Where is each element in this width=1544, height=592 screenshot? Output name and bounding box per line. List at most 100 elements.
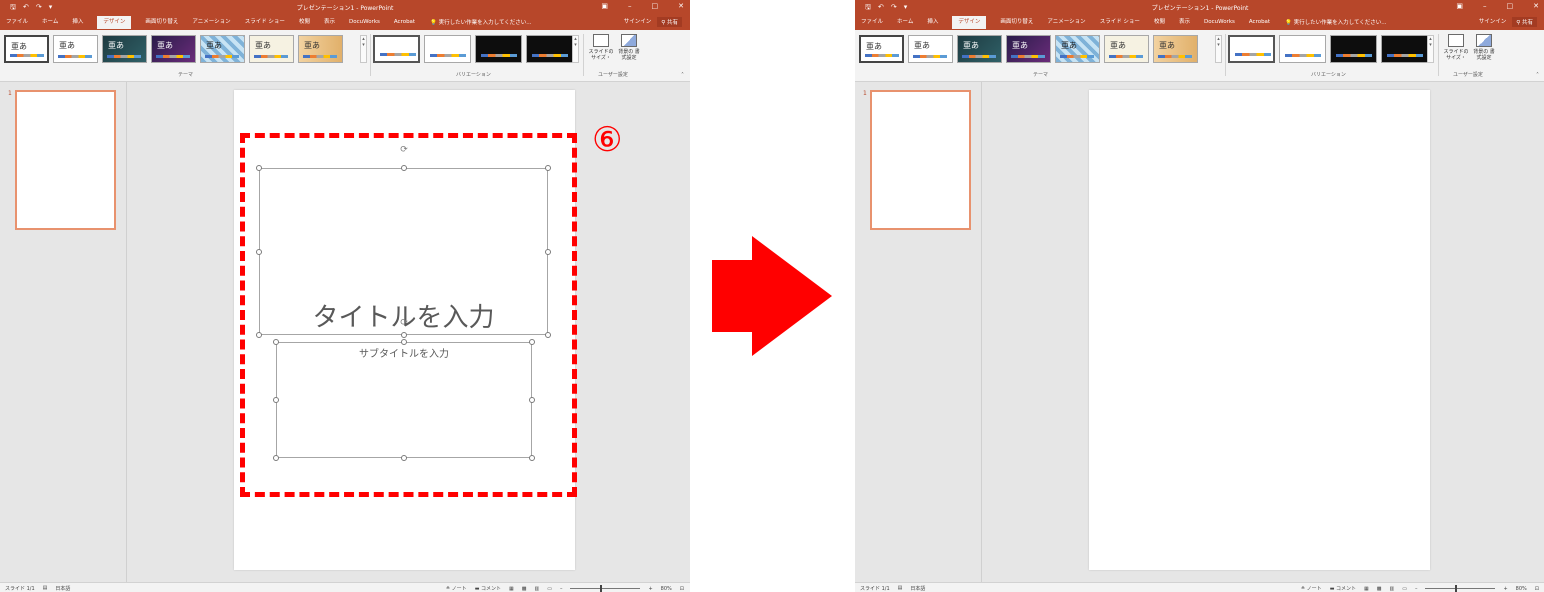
zoom-in-icon[interactable]: + [1503, 586, 1507, 592]
comments-button[interactable]: ▬ コメント [475, 585, 501, 592]
slideshow-icon[interactable]: ▭ [547, 586, 552, 592]
tab-view[interactable]: 表示 [324, 18, 335, 29]
theme-gallery-scroll[interactable]: ▴ ▾ [360, 35, 367, 63]
variant-4[interactable] [526, 35, 573, 63]
sign-in-link[interactable]: サインイン [1479, 17, 1507, 27]
zoom-level[interactable]: 80% [1516, 586, 1527, 592]
fit-to-window-icon[interactable]: ⊡ [680, 586, 684, 592]
variant-1[interactable] [1228, 35, 1275, 63]
slide-sorter-icon[interactable]: ▩ [1377, 586, 1382, 592]
theme-6[interactable]: 亜あ [1104, 35, 1149, 63]
tab-animations[interactable]: アニメーション [192, 18, 230, 29]
spellcheck-icon[interactable]: ▤ [43, 585, 48, 592]
comments-button[interactable]: ▬ コメント [1330, 585, 1356, 592]
theme-4[interactable]: 亜あ [1006, 35, 1051, 63]
tab-acrobat[interactable]: Acrobat [1249, 18, 1270, 29]
theme-3[interactable]: 亜あ [957, 35, 1002, 63]
theme-5[interactable]: 亜あ [1055, 35, 1100, 63]
spellcheck-icon[interactable]: ▤ [898, 585, 903, 592]
normal-view-icon[interactable]: ▦ [509, 586, 514, 592]
maximize-icon[interactable]: □ [652, 2, 659, 10]
tab-insert[interactable]: 挿入 [72, 18, 83, 29]
variant-4[interactable] [1381, 35, 1428, 63]
tab-transitions[interactable]: 画面切り替え [145, 18, 178, 29]
theme-office[interactable]: 亜あ [4, 35, 49, 63]
tab-docuworks[interactable]: DocuWorks [1204, 18, 1235, 29]
variant-3[interactable] [475, 35, 522, 63]
language-indicator[interactable]: 日本語 [910, 585, 925, 592]
ribbon-display-icon[interactable]: ▣ [601, 2, 608, 10]
minimize-icon[interactable]: – [1483, 2, 1487, 10]
tab-home[interactable]: ホーム [897, 18, 913, 29]
tab-docuworks[interactable]: DocuWorks [349, 18, 380, 29]
slide-size-button[interactable]: スライドの サイズ・ [1443, 34, 1469, 61]
slide-size-button[interactable]: スライドの サイズ・ [588, 34, 614, 61]
variant-3[interactable] [1330, 35, 1377, 63]
theme-office[interactable]: 亜あ [859, 35, 904, 63]
theme-2[interactable]: 亜あ [908, 35, 953, 63]
collapse-ribbon-icon[interactable]: ˄ [681, 72, 684, 79]
reading-view-icon[interactable]: ▥ [535, 586, 540, 592]
notes-button[interactable]: ≙ ノート [446, 585, 467, 592]
zoom-slider-thumb[interactable] [1455, 585, 1458, 592]
theme-4[interactable]: 亜あ [151, 35, 196, 63]
close-icon[interactable]: ✕ [1533, 2, 1539, 10]
notes-button[interactable]: ≙ ノート [1301, 585, 1322, 592]
ribbon-display-icon[interactable]: ▣ [1456, 2, 1463, 10]
collapse-ribbon-icon[interactable]: ˄ [1536, 72, 1539, 79]
tab-acrobat[interactable]: Acrobat [394, 18, 415, 29]
tab-home[interactable]: ホーム [42, 18, 58, 29]
slide-thumbnail[interactable] [870, 90, 971, 230]
tab-animations[interactable]: アニメーション [1047, 18, 1085, 29]
zoom-out-icon[interactable]: – [1415, 586, 1418, 592]
theme-5[interactable]: 亜あ [200, 35, 245, 63]
zoom-slider-thumb[interactable] [600, 585, 603, 592]
variant-2[interactable] [424, 35, 471, 63]
format-background-button[interactable]: 背景の 書式設定 [1471, 34, 1497, 61]
tab-file[interactable]: ファイル [6, 18, 28, 29]
slide-thumbnail[interactable] [15, 90, 116, 230]
normal-view-icon[interactable]: ▦ [1364, 586, 1369, 592]
slide-sorter-icon[interactable]: ▩ [522, 586, 527, 592]
share-button[interactable]: ⚲ 共有 [1512, 17, 1537, 27]
variant-2[interactable] [1279, 35, 1326, 63]
zoom-in-icon[interactable]: + [648, 586, 652, 592]
fit-to-window-icon[interactable]: ⊡ [1535, 586, 1539, 592]
tab-review[interactable]: 校閲 [299, 18, 310, 29]
zoom-slider[interactable] [570, 585, 641, 592]
tab-transitions[interactable]: 画面切り替え [1000, 18, 1033, 29]
zoom-slider[interactable] [1425, 585, 1496, 592]
variant-gallery-scroll[interactable]: ▴ ▾ [1427, 35, 1434, 63]
theme-2[interactable]: 亜あ [53, 35, 98, 63]
variant-gallery-scroll[interactable]: ▴ ▾ [572, 35, 579, 63]
theme-gallery-scroll[interactable]: ▴ ▾ [1215, 35, 1222, 63]
slide-blank[interactable] [1089, 90, 1430, 570]
tab-slideshow[interactable]: スライド ショー [1100, 18, 1140, 29]
tab-view[interactable]: 表示 [1179, 18, 1190, 29]
tab-insert[interactable]: 挿入 [927, 18, 938, 29]
close-icon[interactable]: ✕ [678, 2, 684, 10]
tab-file[interactable]: ファイル [861, 18, 883, 29]
minimize-icon[interactable]: – [628, 2, 632, 10]
tab-design[interactable]: デザイン [97, 16, 132, 29]
theme-7[interactable]: 亜あ [298, 35, 343, 63]
tab-review[interactable]: 校閲 [1154, 18, 1165, 29]
language-indicator[interactable]: 日本語 [55, 585, 70, 592]
maximize-icon[interactable]: □ [1507, 2, 1514, 10]
theme-3[interactable]: 亜あ [102, 35, 147, 63]
thumbnail-pane: 1 [855, 82, 982, 582]
tab-slideshow[interactable]: スライド ショー [245, 18, 285, 29]
reading-view-icon[interactable]: ▥ [1390, 586, 1395, 592]
theme-7[interactable]: 亜あ [1153, 35, 1198, 63]
zoom-level[interactable]: 80% [661, 586, 672, 592]
theme-6[interactable]: 亜あ [249, 35, 294, 63]
tell-me-box[interactable]: 💡 実行したい作業を入力してください... [430, 18, 532, 26]
sign-in-link[interactable]: サインイン [624, 17, 652, 27]
tell-me-box[interactable]: 💡 実行したい作業を入力してください... [1285, 18, 1387, 26]
format-background-button[interactable]: 背景の 書式設定 [616, 34, 642, 61]
slideshow-icon[interactable]: ▭ [1402, 586, 1407, 592]
share-button[interactable]: ⚲ 共有 [657, 17, 682, 27]
variant-1[interactable] [373, 35, 420, 63]
tab-design[interactable]: デザイン [952, 16, 987, 29]
zoom-out-icon[interactable]: – [560, 586, 563, 592]
